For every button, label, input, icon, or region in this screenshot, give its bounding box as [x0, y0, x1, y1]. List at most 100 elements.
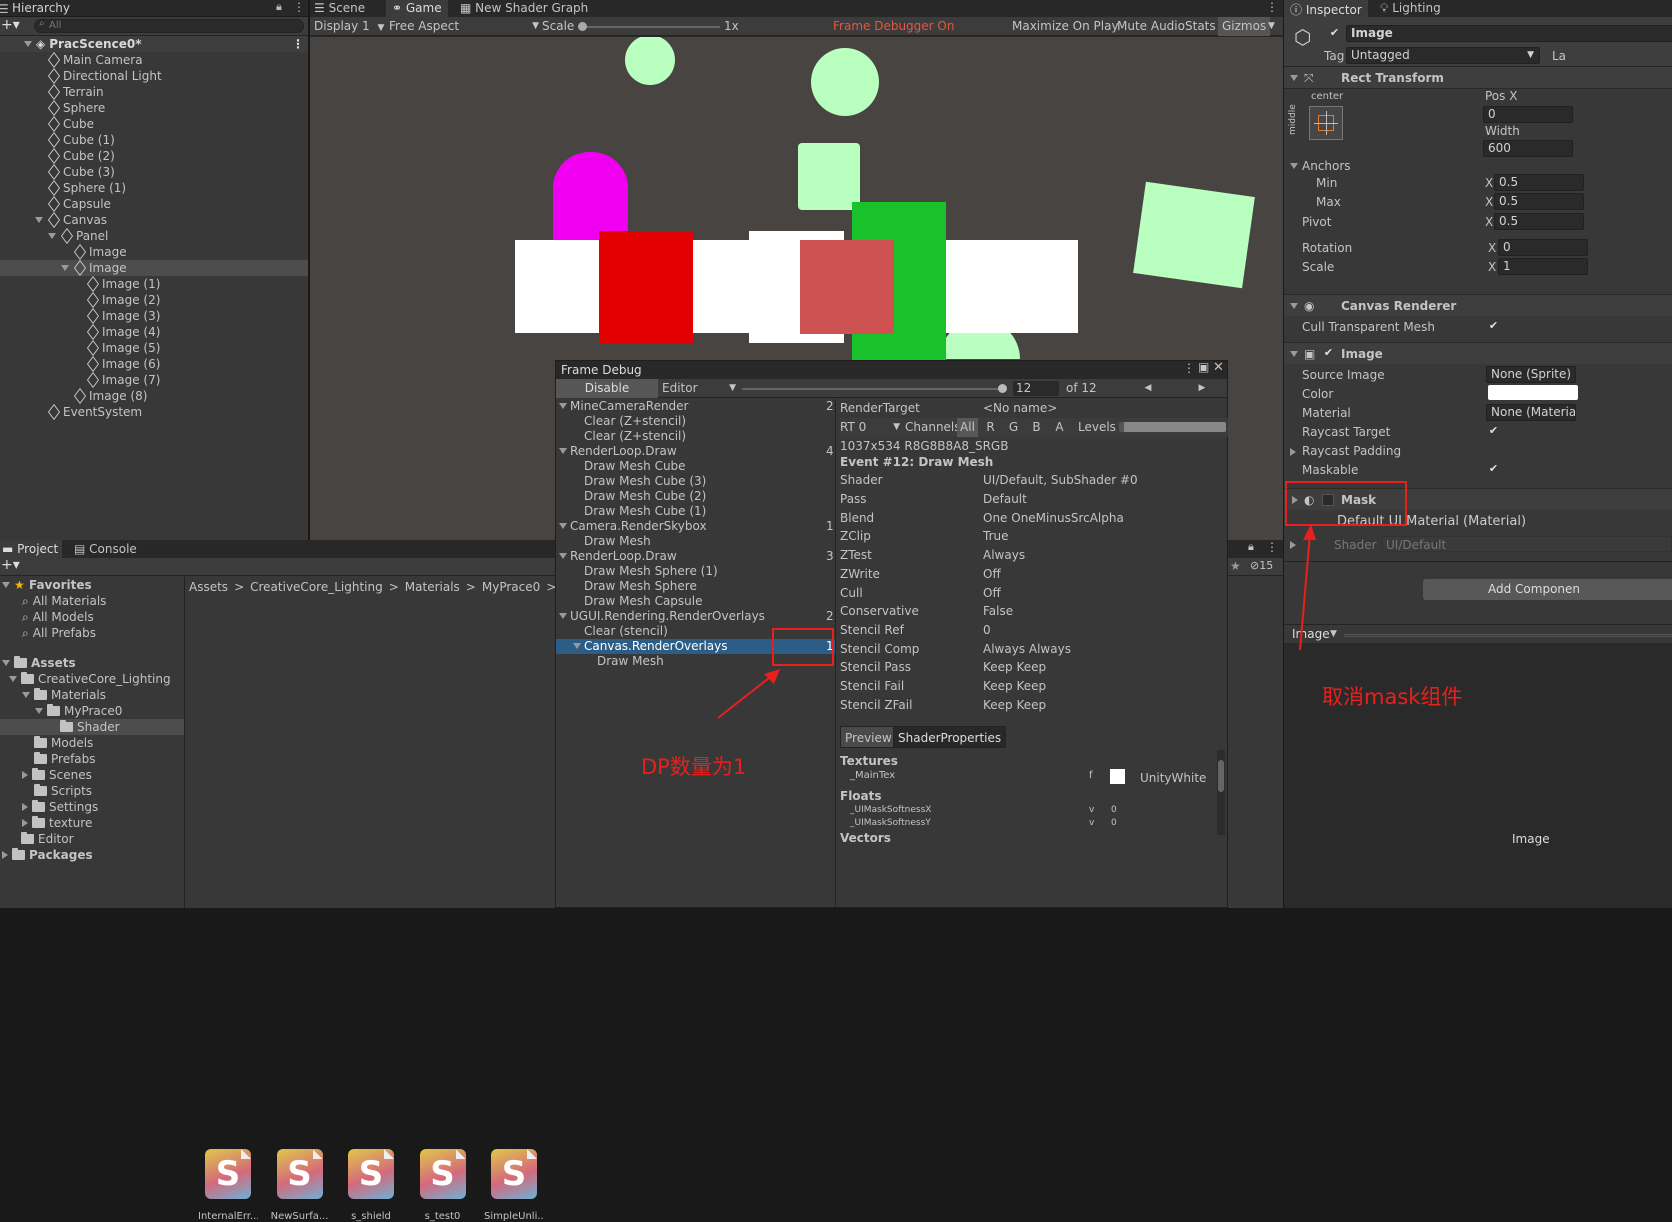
event-tree-item[interactable]: Draw Mesh Cube — [556, 459, 835, 474]
close-icon[interactable]: ✕ — [1213, 360, 1224, 375]
tag-dropdown[interactable]: Untagged ▼ — [1346, 47, 1540, 64]
breadcrumb-item[interactable]: Assets — [189, 580, 228, 594]
folder-item[interactable]: Settings — [0, 799, 184, 815]
raycast-target-checkbox[interactable]: ✔ — [1487, 425, 1500, 438]
add-component-button[interactable]: Add Componen — [1423, 579, 1672, 600]
hierarchy-item[interactable]: Sphere (1) — [0, 180, 308, 196]
hierarchy-item[interactable]: Image (8) — [0, 388, 308, 404]
tab-scene[interactable]: ☰ Scene — [314, 1, 365, 15]
anchor-preset-button[interactable] — [1309, 106, 1343, 140]
breadcrumb-item[interactable]: Materials — [405, 580, 460, 594]
rotation-x-field[interactable]: 0 — [1498, 239, 1588, 256]
hierarchy-item[interactable]: EventSystem — [0, 404, 308, 420]
maximize-on-play-toggle[interactable]: Maximize On Play — [1012, 17, 1119, 36]
hierarchy-item[interactable]: Image (6) — [0, 356, 308, 372]
event-tree-item[interactable]: Draw Mesh Capsule — [556, 594, 835, 609]
hierarchy-item[interactable]: Image (5) — [0, 340, 308, 356]
hierarchy-item[interactable]: Sphere — [0, 100, 308, 116]
breadcrumb-item[interactable]: MyPrace0 — [482, 580, 540, 594]
view-more-icon[interactable]: ⋮ — [1266, 0, 1278, 14]
folder-item[interactable]: CreativeCore_Lighting — [0, 671, 184, 687]
assets-row[interactable]: Assets — [0, 655, 184, 671]
event-tree-item[interactable]: Clear (Z+stencil) — [556, 414, 835, 429]
next-event-button[interactable]: ▶ — [1176, 380, 1228, 396]
hierarchy-item[interactable]: Canvas — [0, 212, 308, 228]
hierarchy-item[interactable]: Image — [0, 260, 308, 276]
pos-x-field[interactable]: 0 — [1483, 106, 1573, 123]
hierarchy-item[interactable]: Image (7) — [0, 372, 308, 388]
cull-checkbox[interactable]: ✔ — [1487, 320, 1500, 333]
render-target-value[interactable]: <No name> — [983, 399, 1057, 418]
mute-audio-toggle[interactable]: Mute Audio — [1117, 17, 1185, 36]
display-dropdown[interactable]: Display 1 ▼ — [314, 17, 384, 38]
asset-shader[interactable]: S SimpleUnli... — [484, 1149, 544, 1222]
tab-shader-graph[interactable]: ▦ New Shader Graph — [460, 1, 588, 15]
event-slider[interactable] — [742, 384, 1007, 393]
tab-lighting[interactable]: 💡︎ Lighting — [1380, 1, 1441, 16]
aspect-dropdown[interactable]: Free Aspect ▼ — [389, 17, 539, 36]
anchor-max-x-field[interactable]: 0.5 — [1494, 193, 1584, 210]
hierarchy-tab[interactable]: Hierarchy — [12, 1, 70, 15]
asset-shader[interactable]: S NewSurfa... — [270, 1149, 330, 1222]
hierarchy-item[interactable]: Image — [0, 244, 308, 260]
favorite-item[interactable]: ⌕ All Materials — [0, 593, 184, 609]
event-tree-divider[interactable] — [835, 399, 836, 907]
folder-item[interactable]: Models — [0, 735, 184, 751]
texture-swatch[interactable] — [1110, 769, 1125, 785]
more-menu-icon[interactable]: ⋮ — [1266, 540, 1278, 554]
event-tree-item[interactable]: UGUI.Rendering.RenderOverlays 2 — [556, 609, 835, 624]
favorites-row[interactable]: ★ Favorites — [0, 577, 184, 593]
canvas-renderer-header[interactable]: ◉ Canvas Renderer — [1284, 294, 1672, 316]
active-checkbox[interactable]: ✔ — [1328, 27, 1341, 40]
material-field[interactable]: None (Material — [1486, 404, 1576, 421]
target-dropdown[interactable]: Editor ▼ — [662, 381, 736, 395]
asset-shader[interactable]: Ss_test0 — [413, 1149, 473, 1222]
tab-preview[interactable]: Preview — [840, 726, 897, 749]
object-name-field[interactable]: Image — [1346, 25, 1672, 42]
tab-inspector[interactable]: ⓘ Inspector — [1284, 0, 1368, 17]
event-tree-item[interactable]: Draw Mesh — [556, 534, 835, 549]
folder-item[interactable]: Materials — [0, 687, 184, 703]
lock-icon[interactable]: 🔒︎ — [276, 0, 282, 14]
stats-toggle[interactable]: Stats — [1185, 17, 1216, 36]
hidden-packages-toggle[interactable]: ⊘15 — [1250, 559, 1273, 572]
scene-menu-icon[interactable]: ⋮ — [292, 36, 304, 52]
hierarchy-item[interactable]: Cube (3) — [0, 164, 308, 180]
disable-button[interactable]: Disable — [556, 379, 658, 398]
anchor-min-x-field[interactable]: 0.5 — [1494, 174, 1584, 191]
event-tree-item[interactable]: Draw Mesh Sphere (1) — [556, 564, 835, 579]
event-tree-item[interactable]: Draw Mesh Cube (1) — [556, 504, 835, 519]
folder-item[interactable]: Scripts — [0, 783, 184, 799]
tab-shader-properties[interactable]: ShaderProperties — [893, 726, 1007, 749]
event-tree-item[interactable]: MineCameraRender 2 — [556, 399, 835, 414]
asset-shader[interactable]: Ss_shield — [341, 1149, 401, 1222]
gizmos-dropdown-icon[interactable]: ▼ — [1268, 17, 1275, 36]
hierarchy-item[interactable]: Image (2) — [0, 292, 308, 308]
maximize-icon[interactable]: ▣ — [1198, 360, 1209, 374]
more-menu-icon[interactable]: ⋮ — [1183, 361, 1195, 375]
event-tree-item[interactable]: Camera.RenderSkybox 1 — [556, 519, 835, 534]
hierarchy-item[interactable]: Cube (1) — [0, 132, 308, 148]
hierarchy-item[interactable]: Cube (2) — [0, 148, 308, 164]
levels-slider[interactable] — [1119, 421, 1226, 432]
event-tree-item[interactable]: Draw Mesh Sphere — [556, 579, 835, 594]
folder-item[interactable]: Scenes — [0, 767, 184, 783]
image-component-header[interactable]: ▣ ✔ Image — [1284, 342, 1672, 364]
hierarchy-item[interactable]: Main Camera — [0, 52, 308, 68]
channel-all-button[interactable]: All — [957, 417, 978, 437]
channel-g-button[interactable]: G — [1003, 418, 1024, 437]
favorite-item[interactable]: ⌕ All Prefabs — [0, 625, 184, 641]
hierarchy-item[interactable]: Directional Light — [0, 68, 308, 84]
tab-project[interactable]: ▬ Project — [0, 540, 63, 558]
event-index-field[interactable]: 12 — [1013, 381, 1059, 396]
pivot-x-field[interactable]: 0.5 — [1494, 213, 1584, 230]
folder-item[interactable]: MyPrace0 — [0, 703, 184, 719]
channel-b-button[interactable]: B — [1026, 418, 1047, 437]
scrollbar-thumb[interactable] — [1218, 760, 1224, 793]
hierarchy-item[interactable]: Cube — [0, 116, 308, 132]
hierarchy-item[interactable]: Terrain — [0, 84, 308, 100]
create-icon[interactable]: +▾ — [1, 557, 20, 573]
event-tree-item[interactable]: RenderLoop.Draw 3 — [556, 549, 835, 564]
tab-console[interactable]: ▤ Console — [74, 542, 137, 556]
props-scrollbar[interactable] — [1217, 750, 1225, 836]
